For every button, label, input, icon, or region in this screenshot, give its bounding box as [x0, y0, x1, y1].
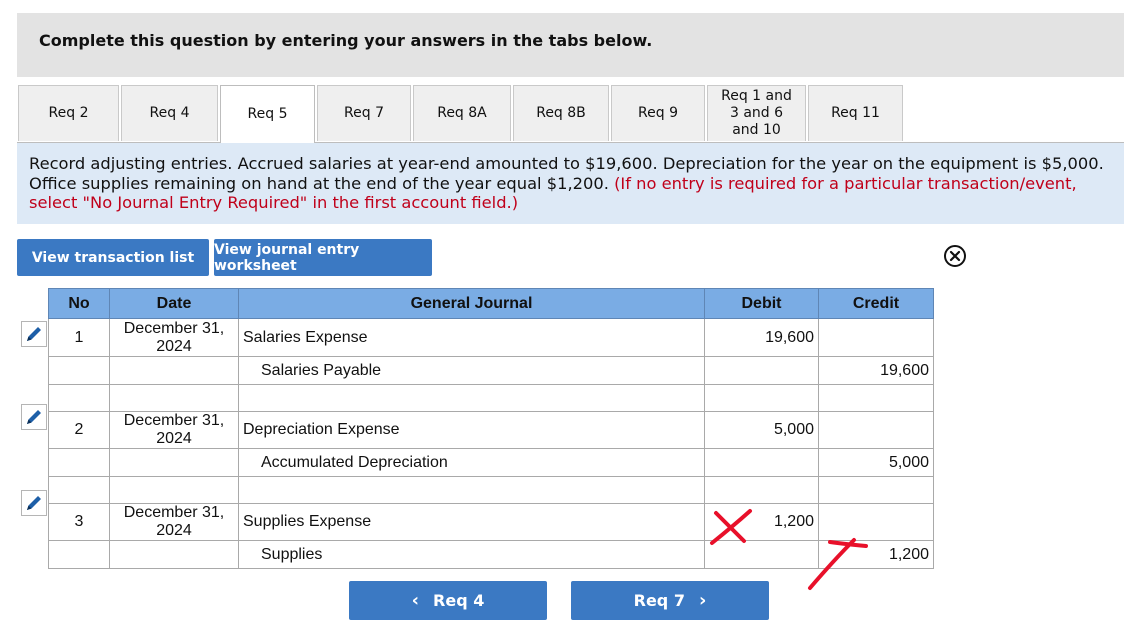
question-header: Complete this question by entering your …: [17, 13, 1124, 77]
credit-amount-cell[interactable]: [818, 503, 934, 541]
header-date: Date: [109, 288, 239, 319]
next-req-button[interactable]: Req 7 ›: [571, 581, 769, 620]
credit-account-cell[interactable]: Accumulated Depreciation: [238, 448, 705, 477]
tab-req-9[interactable]: Req 9: [611, 85, 705, 141]
header-debit: Debit: [704, 288, 819, 319]
table-row: 1 December 31, 2024 Salaries Expense 19,…: [48, 318, 934, 357]
credit-account-cell[interactable]: Supplies: [238, 540, 705, 569]
table-row: Supplies 1,200: [48, 540, 934, 569]
debit-amount-cell[interactable]: [704, 356, 819, 385]
entry-date[interactable]: December 31, 2024: [109, 411, 239, 449]
pencil-icon[interactable]: [21, 321, 47, 347]
credit-amount-cell[interactable]: [818, 411, 934, 449]
tab-req-4[interactable]: Req 4: [121, 85, 218, 141]
debit-amount-cell[interactable]: [704, 540, 819, 569]
tab-req-1-3-6-10[interactable]: Req 1 and 3 and 6 and 10: [707, 85, 806, 141]
table-row: [48, 384, 934, 412]
table-header-row: No Date General Journal Debit Credit: [48, 288, 934, 319]
credit-amount-cell[interactable]: [818, 318, 934, 357]
tab-req-8b[interactable]: Req 8B: [513, 85, 609, 141]
header-credit: Credit: [818, 288, 934, 319]
entry-number: 2: [48, 411, 110, 449]
header-no: No: [48, 288, 110, 319]
chevron-left-icon: ‹: [411, 590, 420, 611]
view-journal-worksheet-button[interactable]: View journal entry worksheet: [214, 239, 432, 276]
pencil-icon[interactable]: [21, 490, 47, 516]
debit-amount-cell[interactable]: [704, 448, 819, 477]
debit-amount-cell[interactable]: 1,200: [704, 503, 819, 541]
tab-req-7[interactable]: Req 7: [317, 85, 411, 141]
view-transaction-list-button[interactable]: View transaction list: [17, 239, 209, 276]
entry-date[interactable]: December 31, 2024: [109, 318, 239, 357]
tab-req-11[interactable]: Req 11: [808, 85, 903, 141]
debit-amount-cell[interactable]: 19,600: [704, 318, 819, 357]
next-req-label: Req 7: [633, 591, 685, 610]
table-row: 3 December 31, 2024 Supplies Expense 1,2…: [48, 503, 934, 541]
table-row: Accumulated Depreciation 5,000: [48, 448, 934, 477]
debit-account-cell[interactable]: Depreciation Expense: [238, 411, 705, 449]
general-journal-table: No Date General Journal Debit Credit 1 D…: [48, 288, 934, 569]
instructions-panel: Record adjusting entries. Accrued salari…: [17, 143, 1124, 224]
credit-amount-cell[interactable]: 19,600: [818, 356, 934, 385]
credit-account-cell[interactable]: Salaries Payable: [238, 356, 705, 385]
credit-amount-cell[interactable]: 1,200: [818, 540, 934, 569]
debit-account-cell[interactable]: Supplies Expense: [238, 503, 705, 541]
prev-req-button[interactable]: ‹ Req 4: [349, 581, 547, 620]
table-row: Salaries Payable 19,600: [48, 356, 934, 385]
debit-account-cell[interactable]: Salaries Expense: [238, 318, 705, 357]
header-general-journal: General Journal: [238, 288, 705, 319]
pencil-icon[interactable]: [21, 404, 47, 430]
close-circle-icon[interactable]: [943, 244, 967, 268]
prev-req-label: Req 4: [433, 591, 485, 610]
tab-req-8a[interactable]: Req 8A: [413, 85, 511, 141]
credit-amount-cell[interactable]: 5,000: [818, 448, 934, 477]
entry-date[interactable]: December 31, 2024: [109, 503, 239, 541]
tab-req-2[interactable]: Req 2: [18, 85, 119, 141]
table-row: 2 December 31, 2024 Depreciation Expense…: [48, 411, 934, 449]
entry-number: 3: [48, 503, 110, 541]
debit-amount-cell[interactable]: 5,000: [704, 411, 819, 449]
chevron-right-icon: ›: [698, 590, 707, 611]
header-title: Complete this question by entering your …: [39, 31, 653, 50]
entry-number: 1: [48, 318, 110, 357]
table-row: [48, 476, 934, 504]
tab-req-5[interactable]: Req 5: [220, 85, 315, 143]
